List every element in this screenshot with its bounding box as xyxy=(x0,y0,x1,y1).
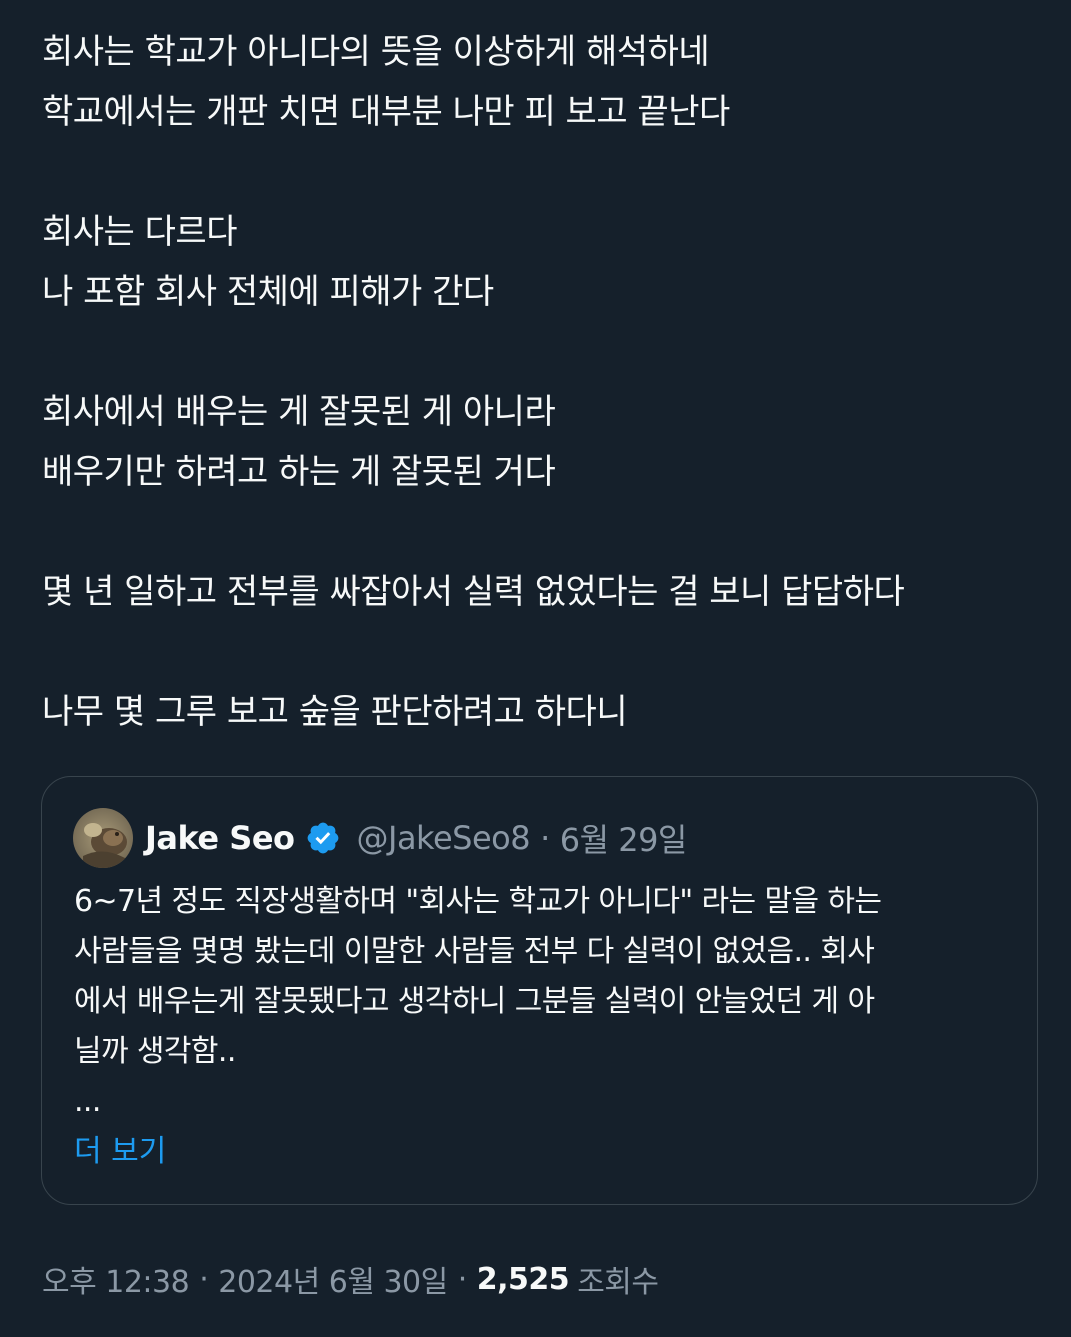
author-handle[interactable]: @JakeSeo8 xyxy=(357,819,531,857)
tweet-paragraph-4: 몇 년 일하고 전부를 싸잡아서 실력 없었다는 걸 보니 답답하다 xyxy=(42,562,1042,622)
tweet-paragraph-3: 회사에서 배우는 게 잘못된 게 아니라 배우기만 하려고 하는 게 잘못된 거… xyxy=(42,382,1042,502)
quoted-tweet-header: Jake Seo @JakeSeo8 · 6월 29일 xyxy=(73,807,687,869)
quoted-tweet-line: 6~7년 정도 직장생활하며 "회사는 학교가 아니다" 라는 말을 하는 xyxy=(74,884,882,919)
header-separator: · xyxy=(540,819,550,857)
tweet-line: 몇 년 일하고 전부를 싸잡아서 실력 없었다는 걸 보니 답답하다 xyxy=(42,572,905,612)
views-count: 2,525 xyxy=(476,1261,570,1297)
quoted-tweet-line: 닐까 생각함.. xyxy=(74,1034,236,1069)
quoted-tweet-ellipsis: ... xyxy=(74,1084,101,1119)
tweet-time[interactable]: 오후 12:38 xyxy=(42,1257,190,1301)
tweet-line: 회사에서 배우는 게 잘못된 게 아니라 xyxy=(42,392,556,432)
tweet-line: 회사는 다르다 xyxy=(42,212,238,252)
tweet-line: 회사는 학교가 아니다의 뜻을 이상하게 해석하네 xyxy=(42,32,710,72)
meta-separator: · xyxy=(457,1261,468,1297)
verified-badge-icon xyxy=(307,822,338,854)
tweet-paragraph-2: 회사는 다르다 나 포함 회사 전체에 피해가 간다 xyxy=(42,202,1042,322)
tweet-line: 배우기만 하려고 하는 게 잘못된 거다 xyxy=(42,452,556,492)
tweet-text: 회사는 학교가 아니다의 뜻을 이상하게 해석하네 학교에서는 개판 치면 대부… xyxy=(42,22,1042,742)
author-name[interactable]: Jake Seo xyxy=(145,819,295,857)
meta-separator: · xyxy=(199,1261,209,1297)
tweet-line: 학교에서는 개판 치면 대부분 나만 피 보고 끝난다 xyxy=(42,92,730,132)
show-more-link[interactable]: 더 보기 xyxy=(74,1129,166,1175)
quoted-tweet-line: 사람들을 몇명 봤는데 이말한 사람들 전부 다 실력이 없었음.. 회사 xyxy=(74,934,875,969)
tweet-paragraph-5: 나무 몇 그루 보고 숲을 판단하려고 하다니 xyxy=(42,682,1042,742)
quoted-tweet-line: 에서 배우는게 잘못됐다고 생각하니 그분들 실력이 안늘었던 게 아 xyxy=(74,984,875,1019)
avatar-image xyxy=(73,808,133,868)
tweet-paragraph-1: 회사는 학교가 아니다의 뜻을 이상하게 해석하네 학교에서는 개판 치면 대부… xyxy=(42,22,1042,142)
quoted-tweet-date[interactable]: 6월 29일 xyxy=(560,815,688,861)
tweet-line: 나 포함 회사 전체에 피해가 간다 xyxy=(42,272,494,312)
views-label: 조회수 xyxy=(577,1265,659,1300)
quoted-tweet-text: 6~7년 정도 직장생활하며 "회사는 학교가 아니다" 라는 말을 하는 사람… xyxy=(74,877,1014,1127)
tweet-line: 나무 몇 그루 보고 숲을 판단하려고 하다니 xyxy=(42,692,628,732)
tweet-date[interactable]: 2024년 6월 30일 xyxy=(218,1257,448,1301)
author-avatar[interactable] xyxy=(73,808,133,868)
quoted-tweet-card[interactable]: Jake Seo @JakeSeo8 · 6월 29일 6~7년 정도 직장생활… xyxy=(41,776,1038,1205)
tweet-metadata: 오후 12:38 · 2024년 6월 30일 · 2,525 조회수 xyxy=(42,1255,659,1303)
